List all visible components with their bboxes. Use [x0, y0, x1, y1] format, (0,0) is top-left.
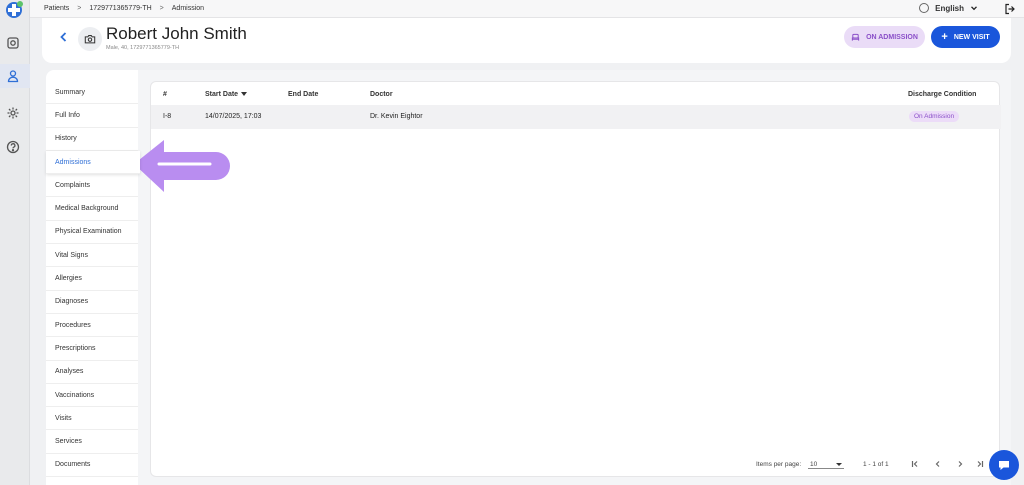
column-header-start-date[interactable]: Start Date [205, 91, 248, 98]
on-admission-button[interactable]: ON ADMISSION [844, 26, 925, 48]
dashboard-icon[interactable] [6, 36, 20, 50]
menu-item-visits[interactable]: Visits [46, 407, 138, 431]
top-bar: Patients > 1729771365779-TH > Admission … [30, 0, 1024, 18]
menu-item-procedures[interactable]: Procedures [46, 314, 138, 338]
back-arrow-icon[interactable] [57, 30, 71, 44]
cell-start-date: 14/07/2025, 17:03 [205, 113, 262, 120]
sort-desc-icon [241, 92, 248, 97]
cell-number: I-8 [163, 113, 172, 120]
items-per-page-select[interactable]: 10 [808, 457, 844, 469]
breadcrumb-separator: > [77, 5, 82, 12]
globe-icon [919, 3, 930, 13]
menu-item-prescriptions[interactable]: Prescriptions [46, 337, 138, 361]
cell-doctor: Dr. Kevin Eightor [370, 113, 423, 120]
patient-name: Robert John Smith [106, 24, 247, 43]
breadcrumb-patients[interactable]: Patients [44, 5, 69, 12]
plus-icon: + [941, 30, 948, 43]
new-visit-label: NEW VISIT [953, 33, 990, 41]
next-page-icon[interactable] [955, 459, 965, 469]
column-header-number: # [163, 91, 167, 98]
breadcrumb-patient-id[interactable]: 1729771365779-TH [89, 5, 151, 12]
breadcrumb-separator: > [159, 5, 164, 12]
last-page-icon[interactable] [975, 459, 985, 469]
previous-page-icon[interactable] [933, 459, 943, 469]
language-selector[interactable]: English [919, 3, 978, 13]
settings-gear-icon[interactable] [6, 106, 20, 120]
dropdown-caret-icon [836, 463, 842, 466]
column-header-doctor[interactable]: Doctor [370, 91, 393, 98]
camera-icon[interactable] [78, 27, 102, 51]
menu-item-complaints[interactable]: Complaints [46, 174, 138, 198]
patients-icon[interactable] [6, 69, 20, 83]
menu-item-allergies[interactable]: Allergies [46, 267, 138, 291]
patient-section-menu: Summary Full Info History Admissions Complai… [46, 70, 140, 485]
patient-details: Male, 40, 1729771365779-TH [106, 45, 180, 51]
menu-item-diagnoses[interactable]: Diagnoses [46, 291, 138, 314]
menu-item-summary[interactable]: Summary [46, 81, 138, 105]
on-admission-label: ON ADMISSION [866, 33, 918, 41]
chat-bubble-icon [999, 461, 1009, 470]
status-badge: On Admission [909, 111, 960, 122]
items-per-page-label: Items per page: [756, 461, 802, 468]
table-header: # Start Date End Date Doctor Discharge C… [151, 88, 1001, 104]
first-page-icon[interactable] [910, 459, 920, 469]
breadcrumb: Patients > 1729771365779-TH > Admission [44, 5, 204, 12]
column-header-end-date[interactable]: End Date [288, 91, 318, 98]
breadcrumb-current: Admission [171, 5, 205, 12]
menu-item-history[interactable]: History [46, 128, 138, 151]
menu-item-physical-examination[interactable]: Physical Examination [46, 221, 138, 245]
left-rail [0, 0, 30, 485]
language-label: English [935, 3, 964, 13]
logout-icon[interactable] [1004, 3, 1016, 15]
help-icon[interactable] [6, 140, 20, 154]
menu-item-admissions[interactable]: Admissions [46, 150, 140, 175]
bed-icon [851, 33, 860, 41]
table-row[interactable]: I-8 14/07/2025, 17:03 Dr. Kevin Eightor … [151, 105, 1001, 129]
column-header-discharge[interactable]: Discharge Condition [908, 91, 976, 98]
menu-item-services[interactable]: Services [46, 431, 138, 454]
menu-item-documents[interactable]: Documents [46, 454, 138, 478]
highlight-arrow-icon [134, 140, 230, 192]
patient-header: Robert John Smith Male, 40, 172977136577… [42, 18, 1011, 63]
app-logo-icon[interactable] [6, 1, 23, 18]
new-visit-button[interactable]: + NEW VISIT [931, 26, 1000, 48]
items-per-page-value: 10 [810, 461, 818, 468]
menu-item-vaccinations[interactable]: Vaccinations [46, 384, 138, 408]
chat-button[interactable] [989, 450, 1019, 480]
content-panel: # Start Date End Date Doctor Discharge C… [138, 70, 1011, 485]
page-range: 1 - 1 of 1 [863, 461, 889, 468]
menu-item-full-info[interactable]: Full Info [46, 104, 138, 128]
menu-item-vital-signs[interactable]: Vital Signs [46, 244, 138, 268]
chevron-down-icon [971, 6, 977, 11]
menu-item-analyses[interactable]: Analyses [46, 361, 138, 384]
admissions-table: # Start Date End Date Doctor Discharge C… [150, 81, 1001, 477]
menu-item-medical-background[interactable]: Medical Background [46, 198, 138, 221]
